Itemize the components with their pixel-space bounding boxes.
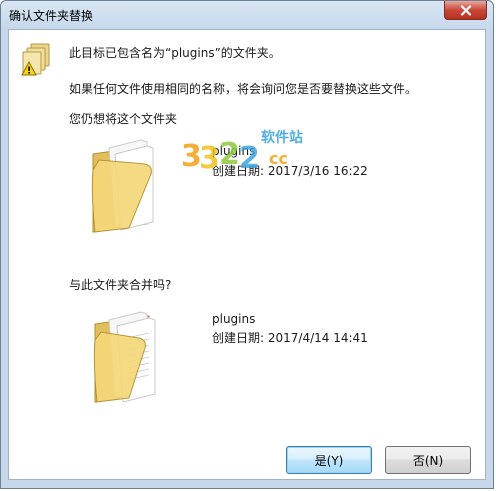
message-line-2: 如果任何文件使用相同的名称，将会询问您是否要替换这些文件。 <box>69 82 418 96</box>
message-line-4: 与此文件夹合并吗? <box>69 278 172 292</box>
dialog-content: 此目标已包含名为“plugins”的文件夹。 如果任何文件使用相同的名称，将会询… <box>8 29 486 480</box>
target-folder-icon <box>93 311 156 403</box>
message-line-1: 此目标已包含名为“plugins”的文件夹。 <box>69 46 281 60</box>
svg-text:软件站: 软件站 <box>261 129 303 146</box>
svg-text:cc: cc <box>269 149 288 168</box>
yes-button[interactable]: 是(Y) <box>286 446 372 474</box>
title-bar[interactable]: 确认文件夹替换 <box>1 1 493 29</box>
window-title: 确认文件夹替换 <box>9 9 94 23</box>
svg-text:2: 2 <box>239 141 260 174</box>
site-watermark-logo: 3 3 2 2 软件站 cc <box>181 129 303 174</box>
svg-text:3: 3 <box>199 141 220 174</box>
close-button[interactable] <box>444 1 487 20</box>
source-folder-icon <box>91 139 154 233</box>
folder-warning-icon <box>21 43 50 76</box>
target-folder-name: plugins <box>212 312 256 326</box>
message-line-3: 您仍想将这个文件夹 <box>69 112 178 126</box>
target-folder-date: 创建日期: 2017/4/14 14:41 <box>212 331 368 345</box>
no-button[interactable]: 否(N) <box>385 446 471 474</box>
confirm-folder-replace-dialog: 确认文件夹替换 此目标已包含名为“plugins”的文件夹。 如果任何文件使用相… <box>0 0 494 489</box>
close-icon <box>460 4 471 16</box>
svg-text:2: 2 <box>219 137 240 172</box>
